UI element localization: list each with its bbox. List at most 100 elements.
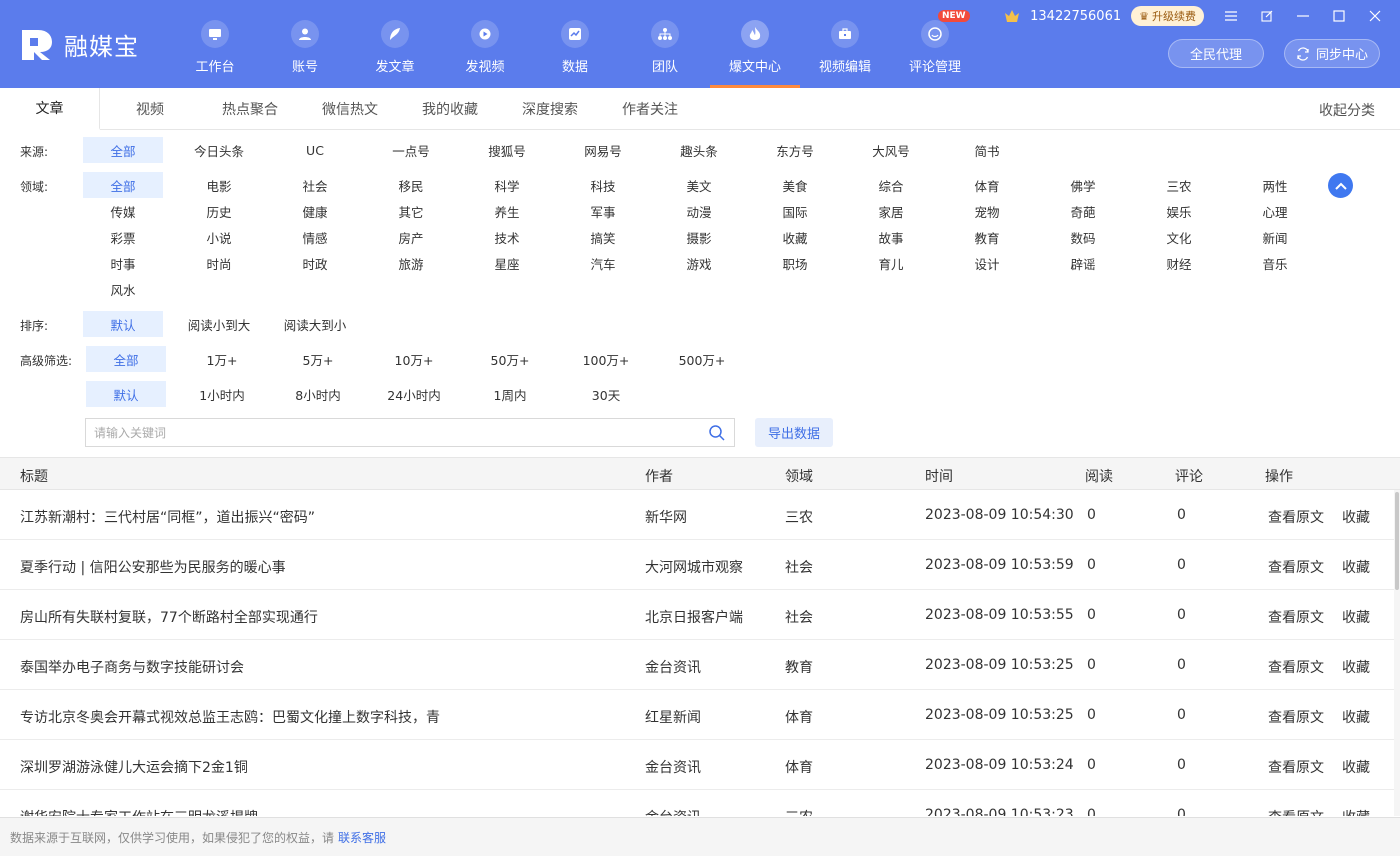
export-data-button[interactable]: 导出数据 [755,418,833,447]
domain-option[interactable]: 故事 [851,224,931,250]
row-title[interactable]: 深圳罗湖游泳健儿大运会摘下2金1铜 [20,757,248,777]
source-option[interactable]: 趣头条 [659,137,739,163]
favorite-link[interactable]: 收藏 [1342,757,1370,777]
domain-option[interactable]: 小说 [179,224,259,250]
row-author[interactable]: 金台资讯 [645,657,701,677]
source-option[interactable]: 大风号 [851,137,931,163]
domain-option[interactable]: 养生 [467,198,547,224]
domain-option[interactable]: 技术 [467,224,547,250]
domain-option[interactable]: 游戏 [659,250,739,276]
view-original-link[interactable]: 查看原文 [1268,607,1324,627]
domain-option[interactable]: 全部 [83,172,163,198]
domain-option[interactable]: 佛学 [1043,172,1123,198]
domain-option[interactable]: 娱乐 [1139,198,1219,224]
view-original-link[interactable]: 查看原文 [1268,807,1324,816]
domain-option[interactable]: 动漫 [659,198,739,224]
domain-option[interactable]: 职场 [755,250,835,276]
domain-option[interactable]: 国际 [755,198,835,224]
tab-videos[interactable]: 视频 [100,88,200,130]
domain-option[interactable]: 旅游 [371,250,451,276]
domain-option[interactable]: 风水 [83,276,163,302]
domain-option[interactable]: 时政 [275,250,355,276]
reads-filter-option[interactable]: 500万+ [662,346,742,372]
nav-item-post-article[interactable]: 发文章 [350,0,440,88]
domain-option[interactable]: 美文 [659,172,739,198]
row-title[interactable]: 谢华安院士专家工作站在三明龙溪揭牌 [20,807,258,816]
domain-option[interactable]: 美食 [755,172,835,198]
reads-filter-option[interactable]: 10万+ [374,346,454,372]
edit-icon[interactable] [1258,7,1276,25]
scroll-thumb[interactable] [1395,492,1399,590]
domain-option[interactable]: 三农 [1139,172,1219,198]
sync-center-button[interactable]: 同步中心 [1284,39,1380,68]
reads-filter-option[interactable]: 1万+ [182,346,262,372]
tab-deep-search[interactable]: 深度搜索 [500,88,600,130]
domain-option[interactable]: 辟谣 [1043,250,1123,276]
time-filter-option[interactable]: 1小时内 [182,381,262,407]
maximize-icon[interactable] [1330,7,1348,25]
reads-filter-option[interactable]: 全部 [86,346,166,372]
domain-option[interactable]: 科学 [467,172,547,198]
row-title[interactable]: 房山所有失联村复联，77个断路村全部实现通行 [20,607,318,627]
time-filter-option[interactable]: 1周内 [470,381,550,407]
search-icon[interactable] [708,424,726,442]
row-title[interactable]: 泰国举办电子商务与数字技能研讨会 [20,657,244,677]
domain-option[interactable]: 育儿 [851,250,931,276]
view-original-link[interactable]: 查看原文 [1268,557,1324,577]
col-reads[interactable]: 阅读 [1085,466,1113,486]
domain-option[interactable]: 其它 [371,198,451,224]
collapse-filters-button[interactable] [1328,173,1353,198]
tab-my-favorites[interactable]: 我的收藏 [400,88,500,130]
nav-item-data[interactable]: 数据 [530,0,620,88]
domain-option[interactable]: 健康 [275,198,355,224]
row-author[interactable]: 金台资讯 [645,807,701,816]
sort-option[interactable]: 默认 [83,311,163,337]
upgrade-button[interactable]: ♛ 升级续费 [1131,6,1204,26]
col-time[interactable]: 时间 [925,466,953,486]
time-filter-option[interactable]: 8小时内 [278,381,358,407]
domain-option[interactable]: 宠物 [947,198,1027,224]
domain-option[interactable]: 教育 [947,224,1027,250]
col-domain[interactable]: 领域 [785,466,813,486]
domain-option[interactable]: 体育 [947,172,1027,198]
nav-item-comments[interactable]: NEW 评论管理 [890,0,980,88]
reads-filter-option[interactable]: 5万+ [278,346,358,372]
nav-item-workbench[interactable]: 工作台 [170,0,260,88]
domain-option[interactable]: 移民 [371,172,451,198]
row-author[interactable]: 新华网 [645,507,687,527]
domain-option[interactable]: 汽车 [563,250,643,276]
domain-option[interactable]: 情感 [275,224,355,250]
time-filter-option[interactable]: 30天 [566,381,646,407]
menu-icon[interactable] [1222,7,1240,25]
domain-option[interactable]: 新闻 [1235,224,1315,250]
favorite-link[interactable]: 收藏 [1342,657,1370,677]
reads-filter-option[interactable]: 100万+ [566,346,646,372]
row-title[interactable]: 夏季行动 | 信阳公安那些为民服务的暖心事 [20,557,286,577]
tab-articles[interactable]: 文章 [0,88,100,130]
view-original-link[interactable]: 查看原文 [1268,707,1324,727]
favorite-link[interactable]: 收藏 [1342,807,1370,816]
domain-option[interactable]: 彩票 [83,224,163,250]
domain-option[interactable]: 摄影 [659,224,739,250]
favorite-link[interactable]: 收藏 [1342,607,1370,627]
agent-button[interactable]: 全民代理 [1168,39,1264,68]
col-author[interactable]: 作者 [645,466,673,486]
view-original-link[interactable]: 查看原文 [1268,657,1324,677]
nav-item-team[interactable]: 团队 [620,0,710,88]
domain-option[interactable]: 星座 [467,250,547,276]
domain-option[interactable]: 综合 [851,172,931,198]
row-title[interactable]: 专访北京冬奥会开幕式视效总监王志鸥：巴蜀文化撞上数字科技，青 [20,707,440,727]
source-option[interactable]: 搜狐号 [467,137,547,163]
domain-option[interactable]: 电影 [179,172,259,198]
source-option[interactable]: UC [275,137,355,163]
domain-option[interactable]: 科技 [563,172,643,198]
col-comments[interactable]: 评论 [1175,466,1203,486]
time-filter-option[interactable]: 24小时内 [374,381,454,407]
source-option[interactable]: 东方号 [755,137,835,163]
collapse-categories-link[interactable]: 收起分类 [1319,100,1375,120]
domain-option[interactable]: 时事 [83,250,163,276]
source-option[interactable]: 简书 [947,137,1027,163]
domain-option[interactable]: 心理 [1235,198,1315,224]
view-original-link[interactable]: 查看原文 [1268,507,1324,527]
col-title[interactable]: 标题 [20,466,48,486]
